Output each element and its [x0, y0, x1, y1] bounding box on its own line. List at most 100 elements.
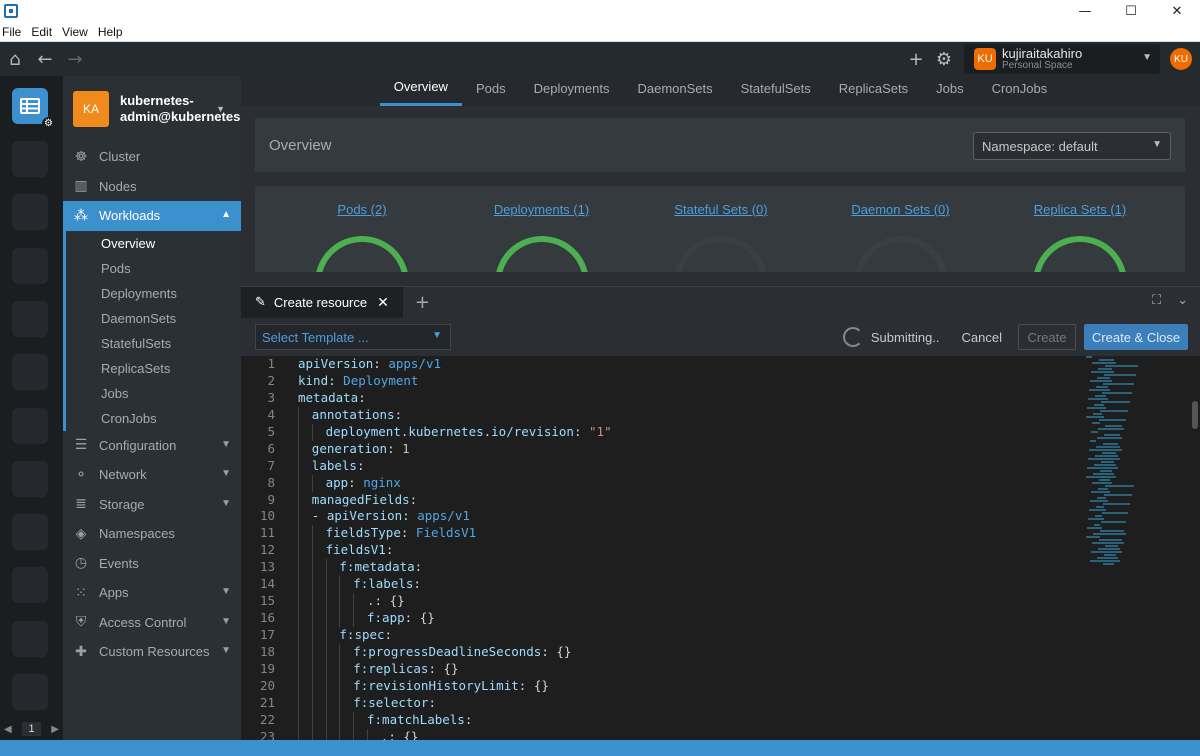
sidebar-item-events[interactable]: ◷ Events [63, 549, 241, 579]
code-text: - apiVersion: apps/v1 [311, 508, 470, 524]
hotbar-slot[interactable] [12, 620, 48, 657]
sidebar-item-apps[interactable]: ⁙ Apps ▼ [63, 578, 241, 608]
sidebar-subitem-pods[interactable]: Pods [66, 256, 241, 281]
status-gauge [1034, 236, 1126, 272]
add-icon[interactable]: + [902, 49, 930, 70]
stat-link[interactable]: Daemon Sets (0) [851, 202, 949, 217]
database-icon: ≣ [75, 496, 87, 513]
settings-gear-icon[interactable]: ⚙ [42, 117, 55, 130]
create-and-close-button[interactable]: Create & Close [1084, 324, 1188, 350]
code-text: f:selector: [353, 694, 436, 710]
tab-cronjobs[interactable]: CronJobs [978, 76, 1062, 106]
home-icon[interactable]: ⌂ [0, 44, 30, 74]
gear-icon[interactable]: ⚙ [930, 49, 958, 70]
user-avatar[interactable]: KU [1170, 48, 1192, 70]
tab-statefulsets[interactable]: StatefulSets [727, 76, 825, 106]
sidebar: KA kubernetes-admin@kubernetes ▼ ☸ Cluste… [63, 76, 241, 740]
tab-jobs[interactable]: Jobs [922, 76, 977, 106]
namespace-select[interactable]: Namespace: default ▼ [973, 132, 1171, 160]
cancel-button[interactable]: Cancel [962, 330, 1002, 345]
tab-pods[interactable]: Pods [462, 76, 520, 106]
code-line: 21 f:selector: [241, 694, 1200, 712]
sidebar-item-workloads[interactable]: ⁂ Workloads ▲ [63, 201, 241, 231]
status-gauge [854, 236, 947, 272]
layers-icon: ◈ [75, 525, 87, 542]
sidebar-item-configuration[interactable]: ☰ Configuration ▼ [63, 431, 241, 461]
tab-overview[interactable]: Overview [379, 76, 462, 106]
hotbar-prev-icon[interactable]: ◀ [4, 724, 12, 735]
hotbar-slot[interactable] [12, 674, 48, 710]
close-icon[interactable]: ✕ [377, 295, 389, 311]
code-line: 23 .: {} [241, 728, 1200, 740]
forward-arrow-icon[interactable]: → [60, 44, 90, 74]
fullscreen-icon[interactable]: ⛶ [1152, 293, 1161, 308]
sidebar-subitem-jobs[interactable]: Jobs [66, 381, 241, 406]
hotbar-slot[interactable] [12, 247, 48, 284]
sidebar-item-access-control[interactable]: ⛨ Access Control ▼ [63, 608, 241, 638]
minimize-button[interactable]: — [1062, 0, 1108, 22]
sidebar-item-namespaces[interactable]: ◈ Namespaces [63, 519, 241, 549]
stat-card: Pods (2) [272, 202, 452, 272]
gauge-arc [675, 236, 767, 272]
hotbar-cluster-active[interactable]: ⚙ [12, 88, 55, 130]
menu-edit[interactable]: Edit [29, 25, 56, 39]
hotbar-next-icon[interactable]: ▶ [51, 724, 59, 735]
code-line: 6 generation: 1 [241, 440, 1200, 458]
editor-minimap[interactable] [1086, 356, 1146, 566]
app-logo-icon [4, 4, 18, 18]
sidebar-subitem-replicasets[interactable]: ReplicaSets [66, 356, 241, 381]
hotbar-slot[interactable] [12, 300, 48, 337]
cluster-selector[interactable]: KA kubernetes-admin@kubernetes ▼ [63, 76, 241, 142]
menu-file[interactable]: File [0, 25, 25, 39]
chevron-down-icon[interactable]: ⌄ [1177, 293, 1188, 308]
back-arrow-icon[interactable]: ← [30, 44, 60, 74]
sidebar-subitem-deployments[interactable]: Deployments [66, 281, 241, 306]
sidebar-item-storage[interactable]: ≣ Storage ▼ [63, 490, 241, 520]
gauge-arc [854, 236, 947, 272]
hotbar-slot[interactable] [12, 460, 48, 497]
tab-deployments[interactable]: Deployments [520, 76, 624, 106]
template-select[interactable]: Select Template ... ▼ [255, 324, 451, 350]
space-selector[interactable]: KU kujiraitakahiro Personal Space ▼ [964, 44, 1160, 74]
hotbar-slot[interactable] [12, 407, 48, 444]
code-text: managedFields: [311, 491, 418, 507]
stat-link[interactable]: Stateful Sets (0) [674, 202, 767, 217]
editor-scrollbar[interactable] [1192, 401, 1198, 429]
stat-link[interactable]: Deployments (1) [494, 202, 589, 217]
sidebar-item-custom-resources[interactable]: ✚ Custom Resources ▼ [63, 637, 241, 667]
dock-actions: Submitting.. Cancel Create Create & Clos… [842, 324, 1188, 350]
sidebar-subitem-cronjobs[interactable]: CronJobs [66, 406, 241, 431]
hotbar-slot[interactable] [12, 354, 48, 391]
dock-tab-create-resource[interactable]: ✎ Create resource ✕ [241, 286, 403, 319]
menu-help[interactable]: Help [96, 25, 127, 39]
status-bar [0, 740, 1200, 756]
menu-view[interactable]: View [60, 25, 92, 39]
hotbar-slot[interactable] [12, 194, 48, 231]
tab-daemonsets[interactable]: DaemonSets [623, 76, 726, 106]
sidebar-item-nodes[interactable]: ▥ Nodes [63, 172, 241, 202]
sidebar-item-cluster[interactable]: ☸ Cluster [63, 142, 241, 172]
line-number: 8 [267, 474, 275, 490]
create-button[interactable]: Create [1018, 324, 1076, 350]
close-window-button[interactable]: ✕ [1154, 0, 1200, 22]
stat-link[interactable]: Pods (2) [337, 202, 386, 217]
sidebar-subitem-overview[interactable]: Overview [66, 231, 241, 256]
sidebar-item-network[interactable]: ⚬ Network ▼ [63, 460, 241, 490]
line-number: 2 [267, 372, 275, 388]
sidebar-subitem-statefulsets[interactable]: StatefulSets [66, 331, 241, 356]
sidebar-subitem-daemonsets[interactable]: DaemonSets [66, 306, 241, 331]
hotbar-slot[interactable] [12, 567, 48, 604]
code-line: 16 f:app: {} [241, 610, 1200, 627]
template-select-placeholder: Select Template ... [262, 329, 369, 345]
hotbar-slot[interactable] [12, 141, 48, 177]
code-text: generation: 1 [311, 440, 410, 456]
hotbar-slot[interactable] [12, 514, 48, 551]
code-editor[interactable]: 1 apiVersion: apps/v1 2 kind: Deployment 3 me… [241, 356, 1200, 740]
tab-replicasets[interactable]: ReplicaSets [825, 76, 922, 106]
new-tab-icon[interactable]: + [415, 292, 430, 313]
code-line: 12 fieldsV1: [241, 542, 1200, 560]
code-line: 13 f:metadata: [241, 559, 1200, 577]
maximize-button[interactable]: ☐ [1108, 0, 1154, 22]
space-name: Personal Space [1002, 60, 1073, 71]
stat-link[interactable]: Replica Sets (1) [1034, 202, 1126, 217]
